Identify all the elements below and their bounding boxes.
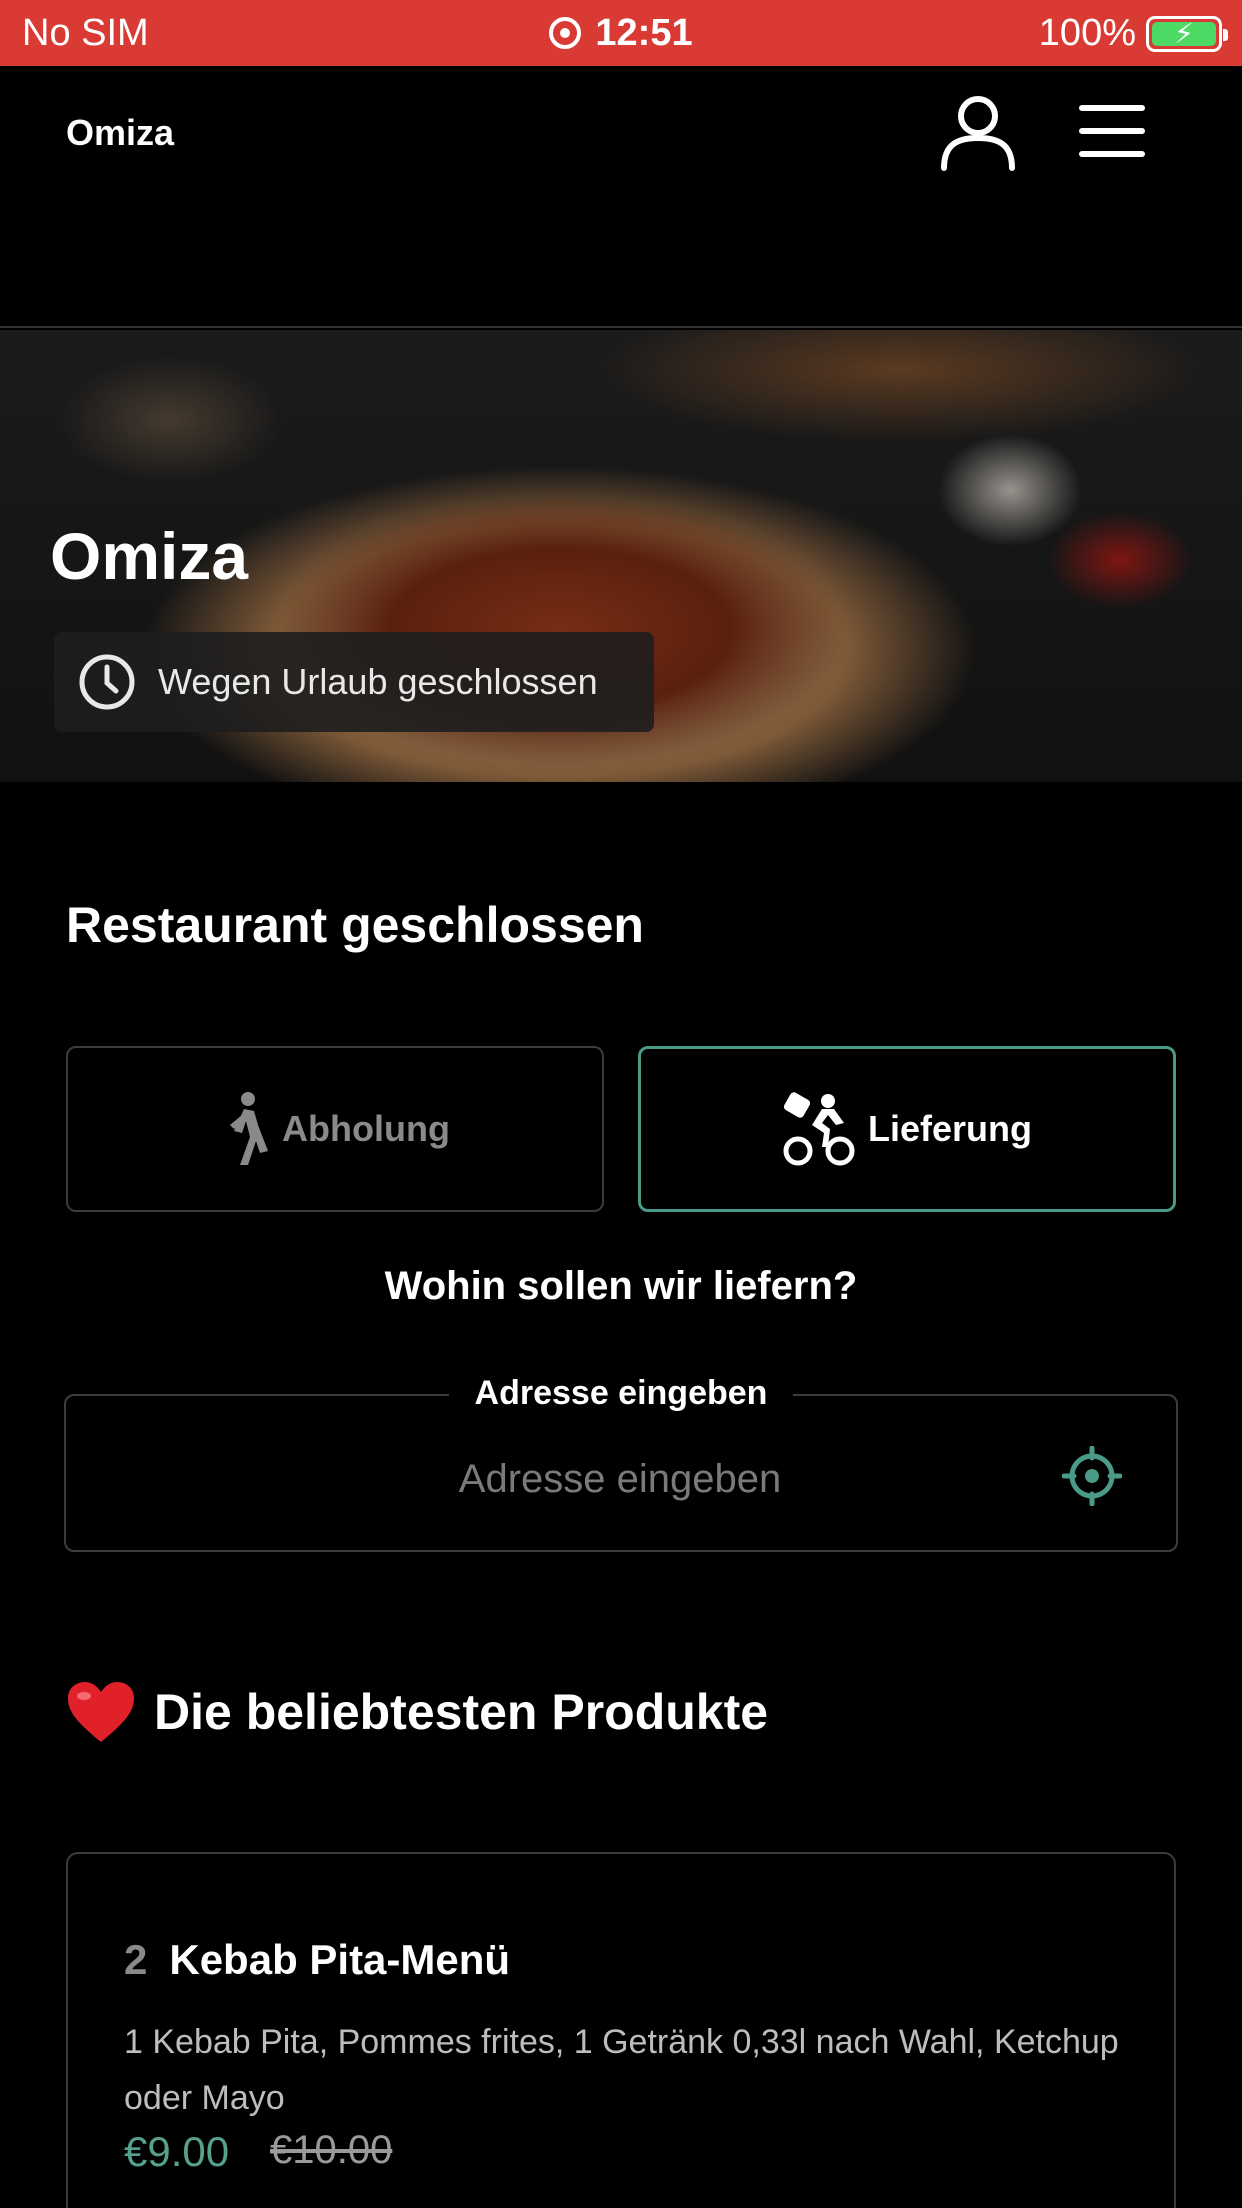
walking-icon: [230, 1092, 269, 1165]
product-description: 1 Kebab Pita, Pommes frites, 1 Getränk 0…: [124, 2023, 1119, 2117]
product-title: 2 Kebab Pita-Menü: [124, 1936, 510, 1984]
bicycle-icon: [783, 1092, 855, 1166]
product-old-price: €10.00: [270, 2128, 393, 2172]
battery-percent: 100%: [1038, 12, 1136, 54]
brand-logo[interactable]: Omiza: [66, 112, 174, 154]
heart-icon: [68, 1682, 134, 1742]
battery-status: 100% ⚡: [1038, 12, 1228, 55]
address-input[interactable]: [140, 1444, 1100, 1514]
status-badge-label: Wegen Urlaub geschlossen: [158, 661, 598, 702]
menu-icon[interactable]: [1072, 98, 1152, 164]
section-title: Restaurant geschlossen: [66, 897, 644, 953]
battery-icon: ⚡: [1146, 15, 1228, 52]
time-label: 12:51: [595, 12, 693, 54]
locate-icon[interactable]: [1061, 1445, 1123, 1507]
clock-icon: [79, 654, 135, 710]
restaurant-name: Omiza: [50, 519, 249, 593]
product-card[interactable]: 2 Kebab Pita-Menü 1 Kebab Pita, Pommes fr…: [66, 1852, 1176, 2208]
delivery-question: Wohin sollen wir liefern?: [384, 1264, 858, 1308]
popular-products-title: Die beliebtesten Produkte: [66, 1680, 768, 1744]
location-icon: [549, 17, 582, 49]
popular-products-label: Die beliebtesten Produkte: [154, 1684, 769, 1740]
pickup-label: Abholung: [282, 1108, 450, 1149]
product-quantity: 2: [124, 1936, 148, 1983]
user-icon[interactable]: [938, 92, 1018, 172]
hero-banner-image: Omiza Wegen Urlaub geschlossen: [0, 330, 1242, 782]
delivery-button[interactable]: Lieferung: [638, 1046, 1176, 1212]
status-bar: No SIM 12:51 100% ⚡: [0, 0, 1242, 66]
product-name: Kebab Pita-Menü: [169, 1936, 511, 1983]
product-price: €9.00: [124, 2128, 230, 2175]
status-badge: Wegen Urlaub geschlossen: [54, 632, 654, 732]
app-header: [0, 66, 1242, 328]
pickup-button[interactable]: Abholung: [66, 1046, 604, 1212]
delivery-label: Lieferung: [867, 1108, 1032, 1149]
address-field-label: Adresse eingeben: [0, 1374, 1242, 1413]
